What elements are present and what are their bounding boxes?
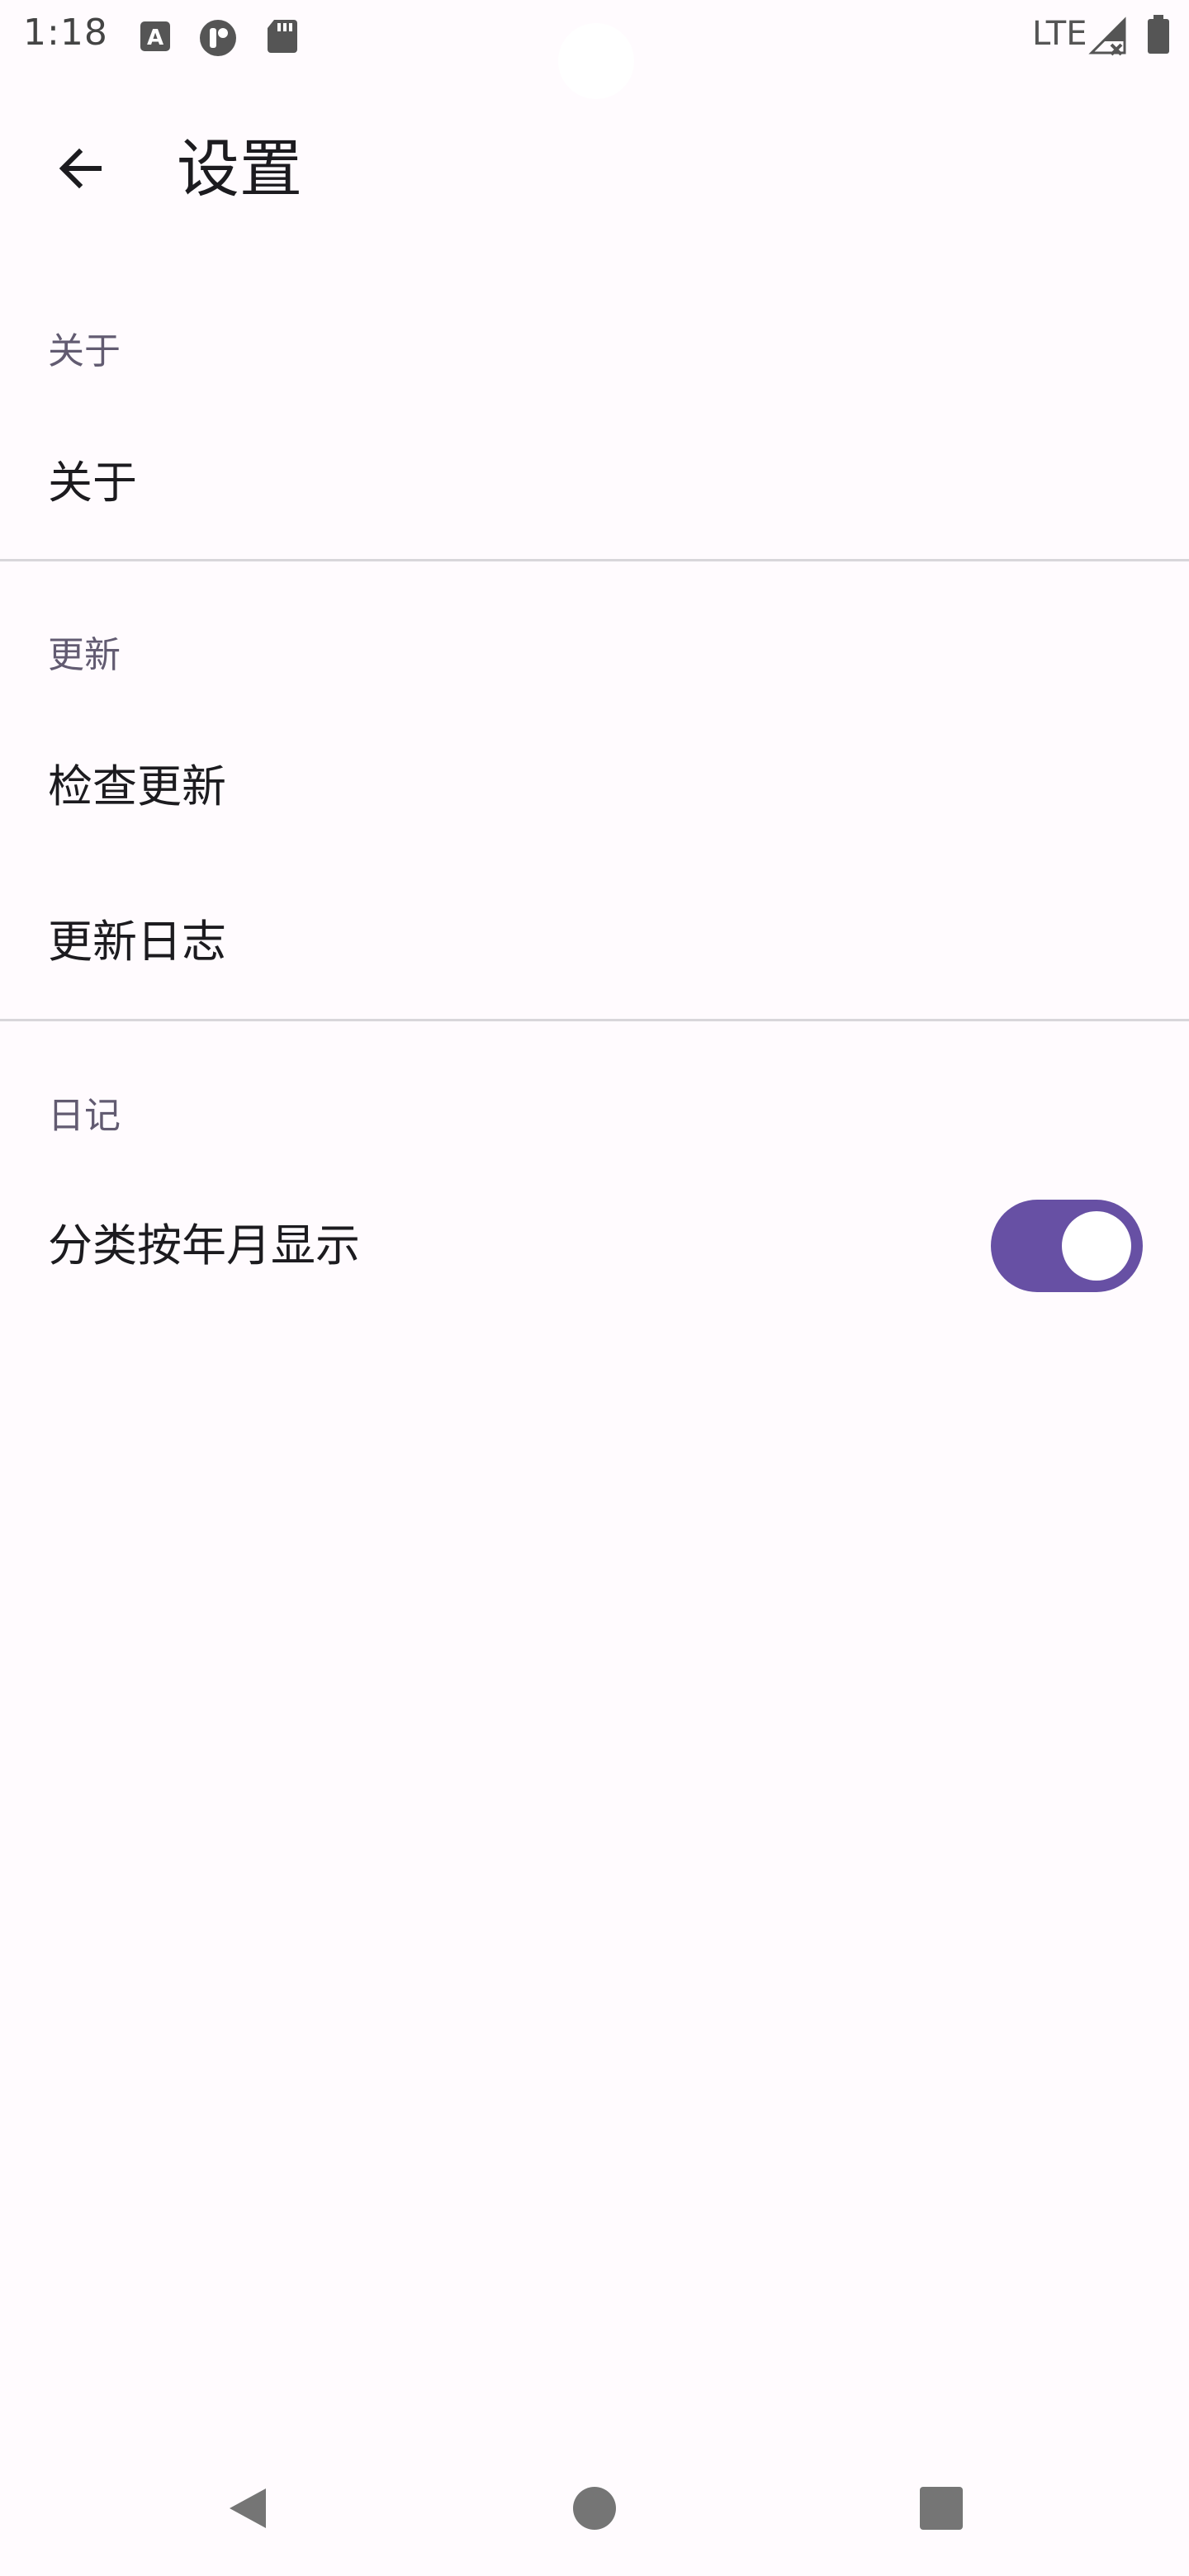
app-t-icon — [198, 18, 236, 56]
pref-item-group-by-month[interactable]: 分类按年月显示 — [0, 1176, 1189, 1316]
status-network: LTE — [1032, 15, 1087, 53]
divider — [0, 559, 1189, 561]
system-navigation-bar — [0, 2444, 1189, 2576]
page-title: 设置 — [177, 132, 302, 206]
pref-item-changelog[interactable]: 更新日志 — [0, 872, 1189, 1012]
svg-text:A: A — [147, 26, 163, 50]
top-app-bar: 设置 — [0, 99, 1189, 231]
battery-icon — [1146, 15, 1182, 54]
pref-title: 更新日志 — [48, 916, 226, 968]
nav-home-button[interactable] — [553, 2469, 636, 2551]
status-time: 1:18 — [23, 12, 108, 54]
arrow-left-icon — [54, 142, 107, 198]
back-triangle-icon — [223, 2484, 272, 2536]
nav-recents-button[interactable] — [900, 2469, 983, 2551]
status-bar: 1:18 A LTE — [0, 0, 1189, 99]
switch-thumb — [1062, 1211, 1131, 1281]
font-a-icon: A — [137, 18, 173, 54]
back-button[interactable] — [40, 129, 122, 211]
nav-back-button[interactable] — [206, 2469, 289, 2551]
pref-title: 检查更新 — [48, 760, 226, 812]
pref-item-about[interactable]: 关于 — [0, 413, 1189, 553]
section-header-about: 关于 — [48, 330, 121, 372]
recents-square-icon — [917, 2484, 966, 2536]
divider — [0, 1019, 1189, 1021]
pref-item-check-update[interactable]: 检查更新 — [0, 717, 1189, 857]
section-header-update: 更新 — [48, 634, 121, 676]
home-circle-icon — [570, 2484, 619, 2536]
pref-title: 分类按年月显示 — [48, 1219, 360, 1271]
signal-no-data-icon — [1088, 17, 1126, 56]
sd-card-icon — [266, 18, 302, 54]
group-by-month-switch[interactable] — [991, 1200, 1143, 1292]
camera-cutout — [558, 23, 634, 99]
section-header-diary: 日记 — [48, 1095, 121, 1137]
pref-title: 关于 — [48, 457, 137, 509]
